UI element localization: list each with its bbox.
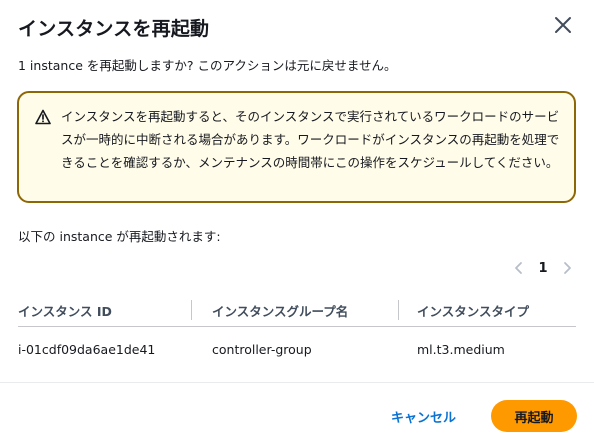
column-divider[interactable] xyxy=(191,300,192,320)
warning-triangle-icon xyxy=(35,109,51,125)
reboot-button[interactable]: 再起動 xyxy=(491,400,577,432)
dialog-footer: キャンセル 再起動 xyxy=(0,382,594,439)
reboot-instance-dialog: インスタンスを再起動 1 instance を再起動しますか? このアクションは… xyxy=(0,0,594,439)
chevron-left-icon[interactable] xyxy=(512,261,526,275)
close-button[interactable] xyxy=(552,14,574,36)
column-header-instance-group[interactable]: インスタンスグループ名 xyxy=(212,301,348,320)
warning-alert: インスタンスを再起動すると、そのインスタンスで実行されているワークロードのサービ… xyxy=(17,91,576,203)
column-header-instance-id[interactable]: インスタンス ID xyxy=(18,301,112,320)
cell-instance-type: ml.t3.medium xyxy=(417,342,505,357)
current-page-number[interactable]: 1 xyxy=(536,261,550,276)
dialog-description: 1 instance を再起動しますか? このアクションは元に戻せません。 xyxy=(18,58,397,73)
cell-instance-group: controller-group xyxy=(212,342,312,357)
table-header: インスタンス ID インスタンスグループ名 インスタンスタイプ xyxy=(18,295,576,327)
dialog-title: インスタンスを再起動 xyxy=(18,18,210,40)
chevron-right-icon[interactable] xyxy=(560,261,574,275)
dialog-header: インスタンスを再起動 xyxy=(18,10,578,44)
column-divider[interactable] xyxy=(398,300,399,320)
instances-table: インスタンス ID インスタンスグループ名 インスタンスタイプ i-01cdf0… xyxy=(18,295,576,375)
cancel-button[interactable]: キャンセル xyxy=(387,400,460,432)
instance-list-label: 以下の instance が再起動されます: xyxy=(18,229,221,244)
table-row: i-01cdf09da6ae1de41 controller-group ml.… xyxy=(18,327,576,375)
warning-message: インスタンスを再起動すると、そのインスタンスで実行されているワークロードのサービ… xyxy=(61,109,560,170)
close-icon xyxy=(555,17,571,33)
cell-instance-id: i-01cdf09da6ae1de41 xyxy=(18,342,156,357)
pagination: 1 xyxy=(512,257,574,279)
column-header-instance-type[interactable]: インスタンスタイプ xyxy=(417,301,529,320)
